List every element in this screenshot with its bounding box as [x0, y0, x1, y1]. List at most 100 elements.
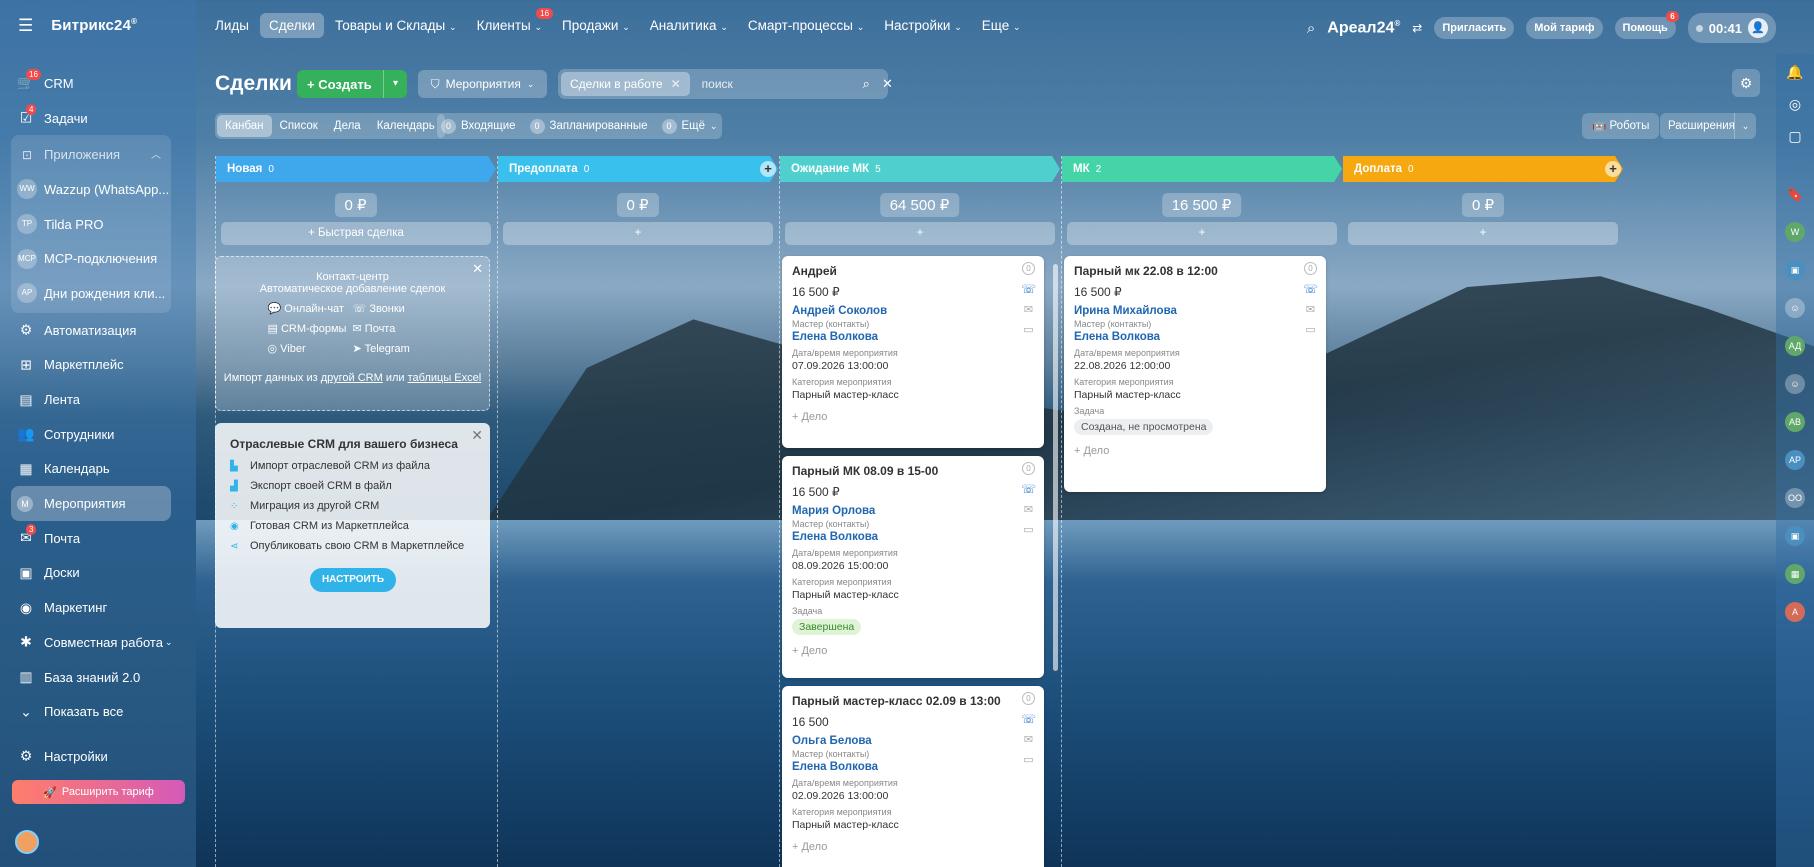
- settings-gear-button[interactable]: ⚙: [1732, 69, 1760, 97]
- filter-chip[interactable]: Сделки в работе ✕: [561, 72, 690, 96]
- upgrade-button[interactable]: 🚀 Расширить тариф: [12, 780, 185, 804]
- chevron-down-icon[interactable]: ▾: [383, 70, 407, 98]
- quick-add-button[interactable]: +: [1067, 222, 1337, 245]
- industry-item[interactable]: ▙ Импорт отраслевой CRM из файла: [230, 460, 475, 472]
- rail-avatar-photo[interactable]: ☺: [1785, 374, 1805, 394]
- topnav-item[interactable]: Аналитика ⌄: [641, 13, 737, 38]
- cc-channel-mail[interactable]: ✉ Почта: [353, 322, 438, 335]
- cc-channel-telegram[interactable]: ➤ Telegram: [353, 342, 438, 355]
- master-link[interactable]: Елена Волкова: [792, 331, 1034, 343]
- rail-avatar[interactable]: ОО: [1785, 488, 1805, 508]
- master-link[interactable]: Елена Волкова: [792, 761, 1034, 773]
- client-link[interactable]: Ольга Белова: [792, 735, 1034, 747]
- sidebar-item-crm[interactable]: 🛒 16 CRM: [0, 66, 196, 101]
- add-activity-button[interactable]: + Дело: [792, 411, 1034, 423]
- topnav-item[interactable]: Продажи ⌄: [553, 13, 639, 38]
- rail-avatar[interactable]: АВ: [1785, 412, 1805, 432]
- client-link[interactable]: Андрей Соколов: [792, 305, 1034, 317]
- worktime-clock[interactable]: 00:41 👤: [1687, 13, 1776, 43]
- topnav-item[interactable]: Еще ⌄: [973, 13, 1030, 38]
- switch-icon[interactable]: ⇄: [1412, 21, 1422, 35]
- topnav-item[interactable]: Товары и Склады ⌄: [326, 13, 466, 38]
- search-icon[interactable]: ⌕: [1307, 20, 1315, 37]
- rail-avatar[interactable]: А: [1785, 602, 1805, 622]
- setup-button[interactable]: НАСТРОИТЬ: [310, 568, 396, 592]
- chat-icon[interactable]: ▢: [1785, 126, 1805, 146]
- mail-icon[interactable]: ✉: [1024, 303, 1033, 316]
- industry-item[interactable]: ⁘ Миграция из другой CRM: [230, 500, 475, 512]
- close-icon[interactable]: ✕: [472, 261, 483, 277]
- cc-channel-forms[interactable]: ▤ CRM-формы: [268, 322, 353, 335]
- copilot-icon[interactable]: ◎: [1785, 94, 1805, 114]
- activity-counter-icon[interactable]: 0: [1303, 262, 1317, 275]
- master-link[interactable]: Елена Волкова: [1074, 331, 1316, 343]
- add-column-icon[interactable]: +: [760, 161, 776, 177]
- quick-add-button[interactable]: + Быстрая сделка: [221, 222, 491, 245]
- cc-channel-chat[interactable]: 💬 Онлайн-чат: [268, 302, 353, 315]
- sidebar-item-settings[interactable]: ⚙ Настройки: [0, 739, 196, 774]
- rail-group-avatar[interactable]: ▦: [1785, 564, 1805, 584]
- invite-button[interactable]: Пригласить: [1434, 17, 1515, 39]
- sidebar-item-calendar[interactable]: ▦ Календарь: [0, 452, 196, 487]
- column-scrollbar[interactable]: [1053, 264, 1058, 671]
- column-header[interactable]: Доплата 0 +: [1343, 156, 1623, 182]
- filter-planned[interactable]: 0 Запланированные: [529, 118, 648, 134]
- cc-channel-calls[interactable]: ☏ Звонки: [353, 302, 438, 315]
- add-activity-button[interactable]: + Дело: [1074, 445, 1316, 457]
- rail-chat-avatar[interactable]: ▣: [1785, 260, 1805, 280]
- sidebar-item-collab[interactable]: ✱ Совместная работа ⌄: [0, 625, 196, 660]
- deal-title[interactable]: Парный мастер-класс 02.09 в 13:00: [792, 694, 1034, 708]
- deal-title[interactable]: Парный мк 22.08 в 12:00: [1074, 264, 1316, 278]
- rail-avatar[interactable]: АР: [1785, 450, 1805, 470]
- deal-card[interactable]: 0 ☏ ✉ ▭ Парный мастер-класс 02.09 в 13:00 16 …: [782, 686, 1044, 867]
- topnav-item[interactable]: Смарт-процессы ⌄: [739, 13, 873, 38]
- topnav-item[interactable]: Лиды: [206, 13, 258, 38]
- apps-header[interactable]: ⊡ Приложения ︿: [11, 137, 171, 172]
- activity-counter-icon[interactable]: 0: [1021, 462, 1035, 475]
- close-icon[interactable]: ✕: [471, 427, 483, 444]
- column-header[interactable]: МК 2: [1062, 156, 1342, 182]
- sidebar-item-marketing[interactable]: ◉ Маркетинг: [0, 590, 196, 625]
- tab-activities[interactable]: Дела: [326, 115, 369, 137]
- deal-title[interactable]: Парный МК 08.09 в 15-00: [792, 464, 1034, 478]
- cc-channel-viber[interactable]: ◎ Viber: [268, 342, 353, 355]
- close-icon[interactable]: ✕: [882, 76, 893, 92]
- activity-counter-icon[interactable]: 0: [1021, 262, 1035, 275]
- rail-bot-avatar[interactable]: ▣: [1785, 526, 1805, 546]
- tab-list[interactable]: Список: [272, 115, 326, 137]
- chat-icon[interactable]: ▭: [1023, 523, 1033, 536]
- master-link[interactable]: Елена Волкова: [792, 531, 1034, 543]
- bookmark-icon[interactable]: 🔖: [1785, 184, 1805, 204]
- sidebar-item-automation[interactable]: ⚙ Автоматизация: [0, 313, 196, 348]
- filter-more[interactable]: 0 Ещё ⌄: [661, 118, 718, 134]
- sidebar-item-tasks[interactable]: ☑ 4 Задачи: [0, 101, 196, 136]
- sidebar-item-events[interactable]: M Мероприятия: [11, 486, 171, 521]
- sidebar-item-marketplace[interactable]: ⊞ Маркетплейс: [0, 348, 196, 383]
- profile-avatar[interactable]: 👤: [1748, 18, 1768, 38]
- mail-icon[interactable]: ✉: [1024, 503, 1033, 516]
- category-selector[interactable]: ⛉ Мероприятия ⌄: [418, 70, 547, 98]
- add-activity-button[interactable]: + Дело: [792, 645, 1034, 657]
- sidebar-app-birthdays[interactable]: AP Дни рождения кли...: [11, 276, 171, 311]
- add-column-icon[interactable]: +: [1605, 161, 1621, 177]
- industry-item[interactable]: ◉ Готовая CRM из Маркетплейса: [230, 520, 475, 532]
- rail-avatar-photo[interactable]: ☺: [1785, 298, 1805, 318]
- import-crm-link[interactable]: другой CRM: [321, 372, 383, 384]
- phone-icon[interactable]: ☏: [1021, 712, 1036, 726]
- client-link[interactable]: Ирина Михайлова: [1074, 305, 1316, 317]
- phone-icon[interactable]: ☏: [1021, 282, 1036, 296]
- tab-calendar[interactable]: Календарь: [369, 115, 443, 137]
- sidebar-item-boards[interactable]: ▣ Доски: [0, 556, 196, 591]
- help-button[interactable]: Помощь 6: [1614, 11, 1679, 39]
- search-icon[interactable]: ⌕: [863, 76, 870, 92]
- user-avatar[interactable]: [15, 830, 39, 854]
- extensions-button[interactable]: Расширения ⌄: [1660, 113, 1756, 139]
- close-icon[interactable]: ✕: [671, 77, 681, 91]
- industry-item[interactable]: ⋖ Опубликовать свою CRM в Маркетплейсе: [230, 540, 475, 552]
- add-activity-button[interactable]: + Дело: [792, 841, 1034, 853]
- industry-item[interactable]: ▟ Экспорт своей CRM в файл: [230, 480, 475, 492]
- deal-card[interactable]: 0 ☏ ✉ ▭ Парный мк 22.08 в 12:00 16 500 ₽ Ирина…: [1064, 256, 1326, 492]
- topnav-item[interactable]: Настройки ⌄: [875, 13, 971, 38]
- mail-icon[interactable]: ✉: [1306, 303, 1315, 316]
- menu-icon[interactable]: ☰: [18, 17, 33, 34]
